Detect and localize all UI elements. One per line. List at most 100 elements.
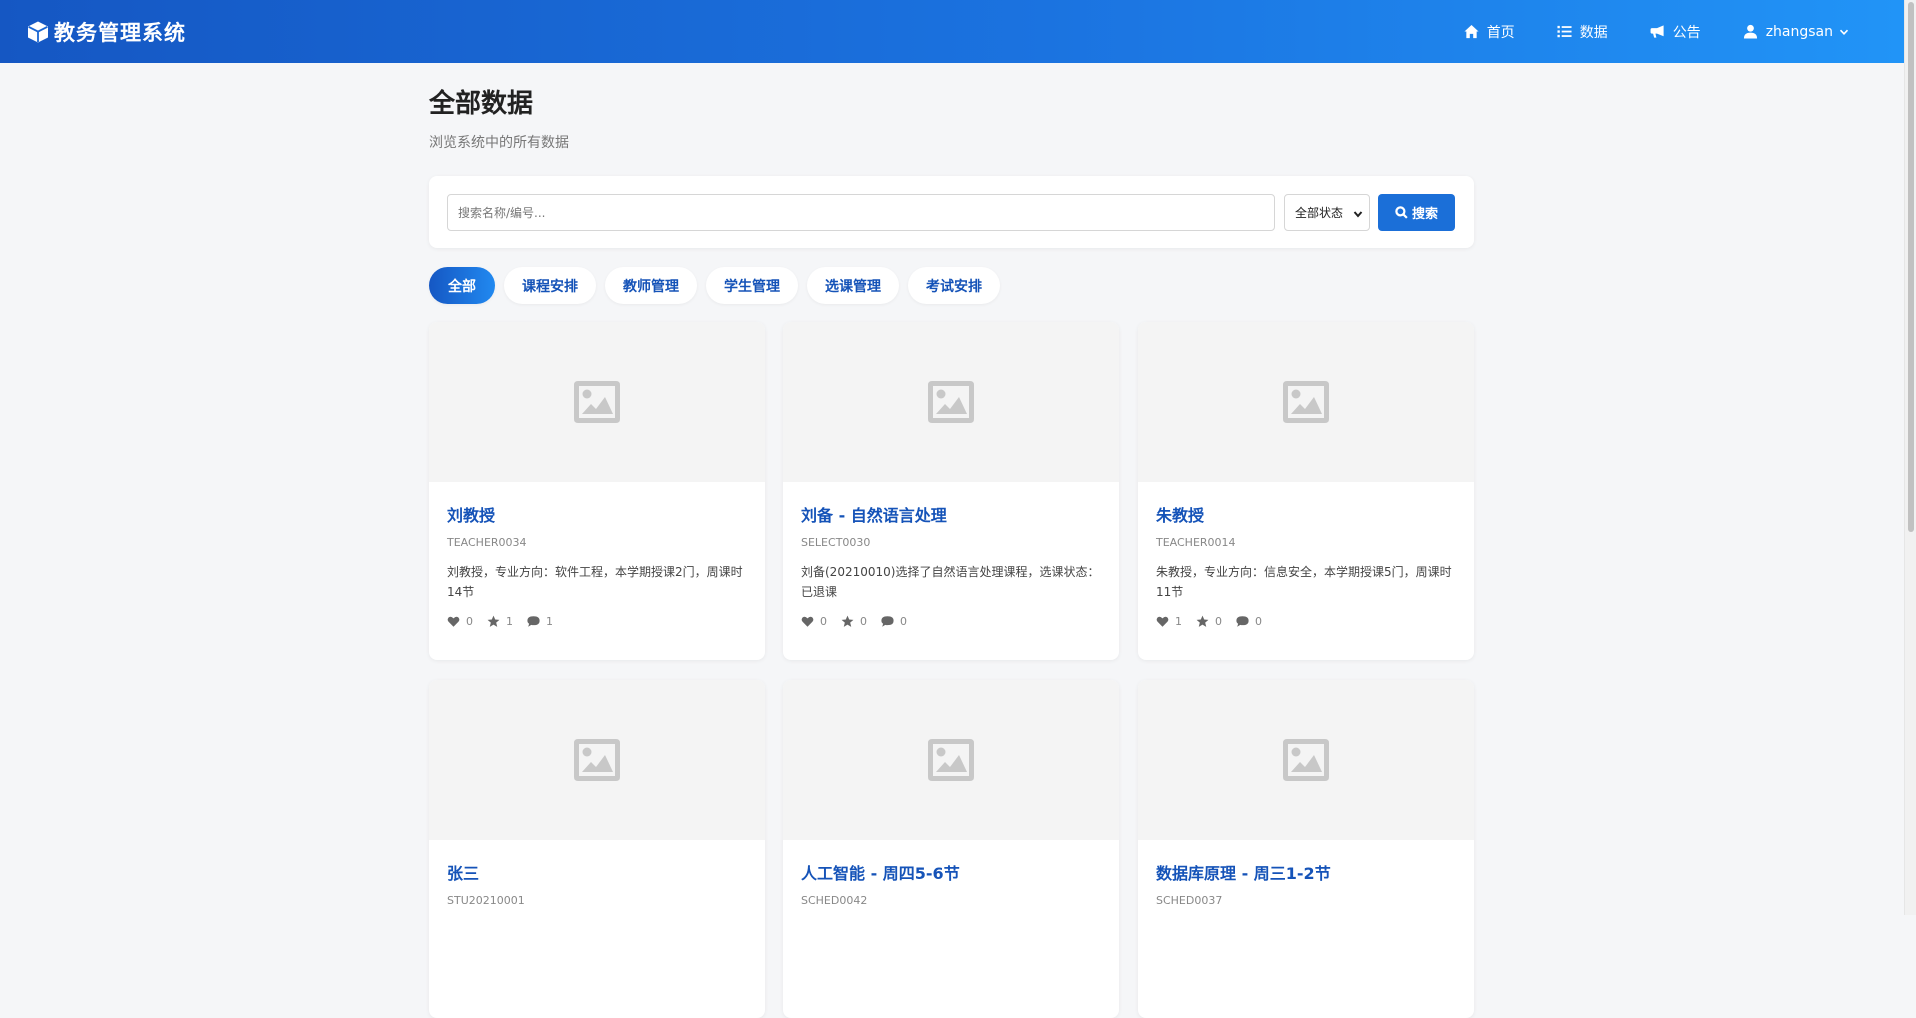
list-icon	[1557, 25, 1572, 38]
tab-exam-schedule[interactable]: 考试安排	[908, 267, 1000, 304]
card-code: STU20210001	[447, 894, 525, 907]
nav-item-data[interactable]: 数据	[1557, 22, 1608, 42]
heart-icon	[447, 616, 460, 627]
tab-label: 学生管理	[724, 278, 780, 295]
card-code: TEACHER0034	[447, 536, 527, 549]
image-placeholder-icon	[928, 739, 974, 781]
likes-count: 0	[820, 615, 827, 628]
data-card[interactable]: 刘备 - 自然语言处理 SELECT0030 刘备(20210010)选择了自然…	[783, 322, 1119, 660]
search-input[interactable]	[447, 194, 1275, 231]
card-description: 刘教授，专业方向：软件工程，本学期授课2门，周课时14节	[447, 565, 743, 599]
chevron-down-icon	[1839, 29, 1849, 35]
card-title[interactable]: 刘教授	[447, 502, 495, 526]
app-title: 教务管理系统	[54, 21, 186, 45]
card-stats: 1 0 0	[1156, 615, 1276, 628]
card-code: SCHED0037	[1156, 894, 1223, 907]
nav-item-home[interactable]: 首页	[1464, 22, 1515, 42]
card-stats: 0 0 0	[801, 615, 921, 628]
card-image-placeholder	[1138, 322, 1474, 482]
comment-icon	[527, 616, 540, 627]
tab-label: 全部	[448, 278, 476, 295]
card-code: SELECT0030	[801, 536, 871, 549]
bullhorn-icon	[1650, 25, 1664, 38]
cube-icon	[28, 21, 48, 43]
search-button[interactable]: 搜索	[1378, 194, 1455, 231]
likes-stat[interactable]: 0	[801, 615, 827, 628]
user-icon	[1743, 24, 1757, 39]
chevron-down-icon	[1353, 211, 1363, 218]
tab-course-selection[interactable]: 选课管理	[807, 267, 899, 304]
page-scrollbar[interactable]	[1904, 0, 1916, 915]
tab-student-management[interactable]: 学生管理	[706, 267, 798, 304]
nav-label-announcements: 公告	[1672, 24, 1701, 41]
comment-icon	[1236, 616, 1249, 627]
stars-count: 0	[860, 615, 867, 628]
tab-label: 课程安排	[522, 278, 578, 295]
card-code: TEACHER0014	[1156, 536, 1236, 549]
brand[interactable]: 教务管理系统	[26, 17, 186, 47]
image-placeholder-icon	[1283, 739, 1329, 781]
data-card[interactable]: 张三 STU20210001	[429, 680, 765, 1018]
star-icon	[841, 615, 854, 627]
card-description: 朱教授，专业方向：信息安全，本学期授课5门，周课时11节	[1156, 565, 1452, 599]
tab-course-schedule[interactable]: 课程安排	[504, 267, 596, 304]
likes-stat[interactable]: 1	[1156, 615, 1182, 628]
user-menu[interactable]: zhangsan	[1743, 24, 1849, 40]
stars-stat[interactable]: 1	[487, 615, 513, 628]
search-icon	[1395, 206, 1408, 219]
stars-stat[interactable]: 0	[841, 615, 867, 628]
search-panel: 全部状态 搜索	[429, 176, 1474, 248]
card-image-placeholder	[1138, 680, 1474, 840]
data-card[interactable]: 朱教授 TEACHER0014 朱教授，专业方向：信息安全，本学期授课5门，周课…	[1138, 322, 1474, 660]
scrollbar-thumb[interactable]	[1908, 2, 1914, 532]
top-navbar: 教务管理系统 首页 数据 公告 zhangsan	[0, 0, 1904, 63]
comments-stat[interactable]: 0	[881, 615, 907, 628]
stars-stat[interactable]: 0	[1196, 615, 1222, 628]
nav-label-data: 数据	[1579, 24, 1608, 41]
image-placeholder-icon	[1283, 381, 1329, 423]
card-code: SCHED0042	[801, 894, 868, 907]
tab-label: 教师管理	[623, 278, 679, 295]
card-image-placeholder	[429, 322, 765, 482]
comments-count: 0	[900, 615, 907, 628]
data-card[interactable]: 刘教授 TEACHER0034 刘教授，专业方向：软件工程，本学期授课2门，周课…	[429, 322, 765, 660]
comments-count: 1	[546, 615, 553, 628]
card-title[interactable]: 数据库原理 - 周三1-2节	[1156, 860, 1331, 884]
stars-count: 0	[1215, 615, 1222, 628]
card-title[interactable]: 人工智能 - 周四5-6节	[801, 860, 960, 884]
tab-all[interactable]: 全部	[429, 267, 495, 304]
star-icon	[487, 615, 500, 627]
card-title[interactable]: 朱教授	[1156, 502, 1204, 526]
tab-label: 选课管理	[825, 278, 881, 295]
comments-stat[interactable]: 0	[1236, 615, 1262, 628]
likes-count: 0	[466, 615, 473, 628]
user-name: zhangsan	[1765, 23, 1833, 40]
home-icon	[1464, 24, 1479, 39]
card-description: 刘备(20210010)选择了自然语言处理课程，选课状态：已退课	[801, 565, 1100, 599]
likes-stat[interactable]: 0	[447, 615, 473, 628]
tab-label: 考试安排	[926, 278, 982, 295]
card-title[interactable]: 刘备 - 自然语言处理	[801, 502, 947, 526]
nav-links: 首页 数据 公告 zhangsan	[1422, 0, 1849, 63]
tab-teacher-management[interactable]: 教师管理	[605, 267, 697, 304]
card-image-placeholder	[429, 680, 765, 840]
page-title: 全部数据	[429, 89, 534, 119]
nav-label-home: 首页	[1486, 24, 1515, 41]
comment-icon	[881, 616, 894, 627]
status-select[interactable]: 全部状态	[1284, 194, 1370, 231]
search-button-label: 搜索	[1411, 207, 1438, 222]
card-title[interactable]: 张三	[447, 860, 479, 884]
heart-icon	[801, 616, 814, 627]
image-placeholder-icon	[928, 381, 974, 423]
card-image-placeholder	[783, 322, 1119, 482]
data-card[interactable]: 数据库原理 - 周三1-2节 SCHED0037	[1138, 680, 1474, 1018]
status-select-value: 全部状态	[1295, 206, 1344, 220]
page-subtitle: 浏览系统中的所有数据	[429, 135, 569, 151]
nav-item-announcements[interactable]: 公告	[1650, 22, 1701, 42]
comments-stat[interactable]: 1	[527, 615, 553, 628]
heart-icon	[1156, 616, 1169, 627]
card-stats: 0 1 1	[447, 615, 567, 628]
image-placeholder-icon	[574, 381, 620, 423]
card-image-placeholder	[783, 680, 1119, 840]
data-card[interactable]: 人工智能 - 周四5-6节 SCHED0042	[783, 680, 1119, 1018]
